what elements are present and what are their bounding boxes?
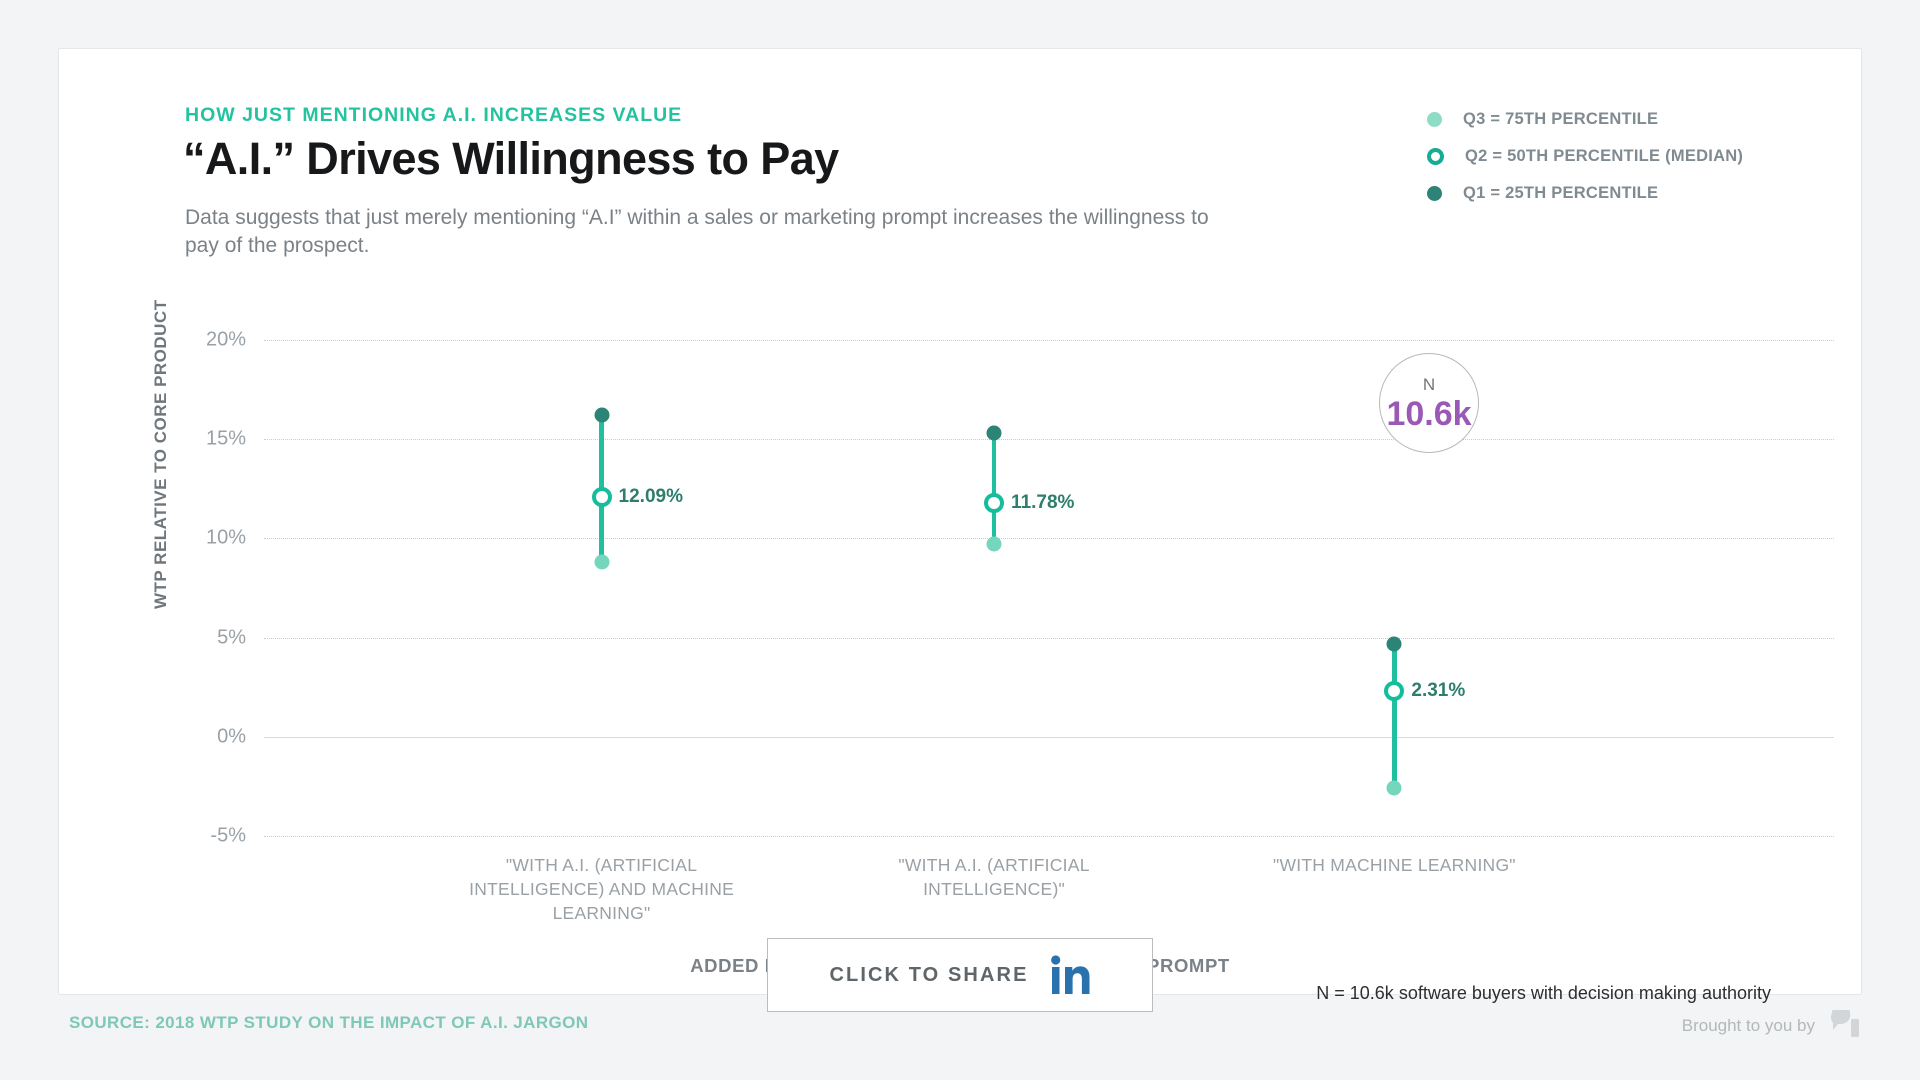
y-axis-tick-label: 5% [217, 626, 246, 649]
chart-card: HOW JUST MENTIONING A.I. INCREASES VALUE… [58, 48, 1862, 995]
data-point-q1 [1387, 636, 1402, 651]
y-axis-tick-label: 15% [206, 428, 246, 451]
source-text: SOURCE: 2018 WTP STUDY ON THE IMPACT OF … [69, 1013, 588, 1033]
x-category-label: "WITH A.I. (ARTIFICIAL INTELLIGENCE) AND… [467, 853, 737, 925]
brought-to-you-by-label: Brought to you by [1682, 1016, 1815, 1036]
legend-dot-q1-icon [1427, 186, 1442, 201]
data-point-q3 [594, 555, 609, 570]
share-button-label: CLICK TO SHARE [829, 964, 1028, 987]
gridline-0 [264, 737, 1834, 738]
sample-size-letter: N [1423, 376, 1435, 393]
legend-dot-q3-icon [1427, 112, 1442, 127]
sample-size-badge: N 10.6k [1379, 353, 1479, 453]
data-point-q2-median [592, 487, 612, 507]
page-title: “A.I.” Drives Willingness to Pay [183, 133, 839, 185]
legend-item-q3: Q3 = 75TH PERCENTILE [1427, 111, 1743, 127]
y-axis-tick-label: -5% [210, 825, 246, 848]
legend-label-q2: Q2 = 50TH PERCENTILE (MEDIAN) [1465, 147, 1743, 166]
gridline--5 [264, 836, 1834, 837]
y-axis-tick-label: 0% [217, 725, 246, 748]
legend-label-q1: Q1 = 25TH PERCENTILE [1463, 184, 1658, 203]
gridline-5 [264, 638, 1834, 639]
data-point-q1 [594, 408, 609, 423]
gridline-10 [264, 538, 1834, 539]
gridline-20 [264, 340, 1834, 341]
legend-dot-q2-icon [1427, 148, 1444, 165]
chart-legend: Q3 = 75TH PERCENTILE Q2 = 50TH PERCENTIL… [1427, 111, 1743, 201]
range-stem [992, 433, 996, 544]
legend-item-q1: Q1 = 25TH PERCENTILE [1427, 185, 1743, 201]
data-point-q3 [1387, 781, 1402, 796]
gridline-15 [264, 439, 1834, 440]
brand-logo-icon [1830, 1010, 1862, 1040]
kicker-text: HOW JUST MENTIONING A.I. INCREASES VALUE [185, 104, 682, 127]
data-point-q2-median [1384, 681, 1404, 701]
data-point-q3 [987, 537, 1002, 552]
range-stem [1392, 644, 1396, 789]
click-to-share-button[interactable]: CLICK TO SHARE [767, 938, 1153, 1012]
data-point-q2-median [984, 493, 1004, 513]
median-value-label: 2.31% [1411, 680, 1465, 702]
data-point-q1 [987, 426, 1002, 441]
x-category-label: "WITH MACHINE LEARNING" [1259, 853, 1529, 877]
median-value-label: 12.09% [619, 486, 683, 508]
subtitle-text: Data suggests that just merely mentionin… [185, 204, 1215, 260]
y-axis-tick-label: 20% [206, 329, 246, 352]
x-category-label: "WITH A.I. (ARTIFICIAL INTELLIGENCE)" [859, 853, 1129, 901]
legend-item-q2: Q2 = 50TH PERCENTILE (MEDIAN) [1427, 148, 1743, 164]
linkedin-icon [1051, 955, 1091, 995]
legend-label-q3: Q3 = 75TH PERCENTILE [1463, 110, 1658, 129]
infographic-page: HOW JUST MENTIONING A.I. INCREASES VALUE… [0, 0, 1920, 1080]
sample-size-value: 10.6k [1386, 397, 1471, 431]
chart-footnote: N = 10.6k software buyers with decision … [1316, 983, 1771, 1004]
y-axis-title: WTP RELATIVE TO CORE PRODUCT [151, 299, 171, 609]
y-axis-tick-label: 10% [206, 527, 246, 550]
plot-area: 20%15%10%5%0%-5%12.09%11.78%2.31% [264, 340, 1834, 836]
median-value-label: 11.78% [1011, 492, 1074, 514]
